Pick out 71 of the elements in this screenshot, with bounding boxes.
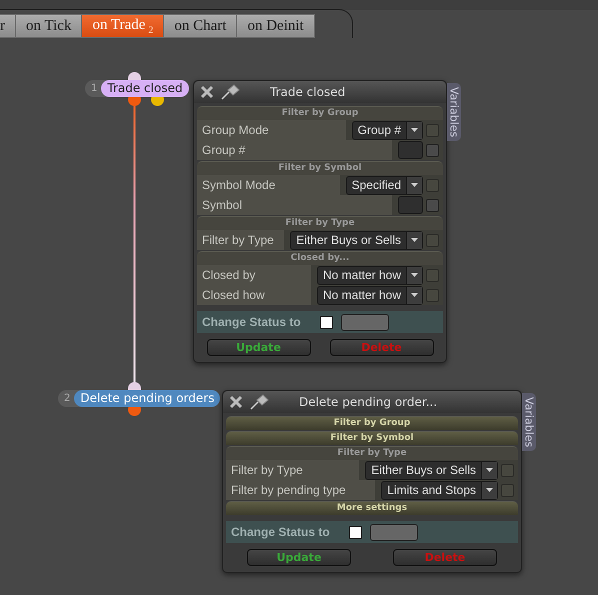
field-label: Symbol Mode [197,175,340,195]
caret-icon [411,273,418,277]
checkbox[interactable] [426,178,439,192]
section-header[interactable]: Filter by Type [226,446,518,460]
tab[interactable]: on Tick [16,14,82,38]
section-header[interactable]: Filter by Symbol [197,161,443,175]
checkbox[interactable] [426,198,439,212]
checkbox[interactable] [501,484,514,496]
dropdown[interactable]: No matter how [316,266,423,284]
input-port[interactable] [128,72,141,80]
node-number: 1 [90,83,98,94]
section-header[interactable]: Filter by Group [226,416,518,430]
caret-icon [486,468,493,472]
tab[interactable]: r [0,14,16,38]
section-header[interactable]: Filter by Type [197,216,443,230]
checkbox[interactable] [426,234,439,246]
panel-title: Delete pending order... [299,395,438,409]
checkbox[interactable] [501,464,514,476]
status-field[interactable] [370,524,418,540]
checkbox[interactable] [349,526,362,538]
field-label: Group Mode [197,120,346,140]
dropdown[interactable]: Either Buys or Sells [365,460,498,480]
action-node[interactable]: 1 Trade closed [85,80,189,97]
node-label[interactable]: Delete pending orders [74,390,220,407]
checkbox[interactable] [426,144,439,156]
caret-icon [411,293,418,297]
field-label: Closed by [197,265,311,285]
dropdown[interactable]: Group # [352,120,423,140]
field-label: Closed how [197,285,311,305]
dropdown[interactable]: Specified [346,176,423,194]
status-field[interactable] [341,314,389,330]
caret-icon [486,488,493,492]
status-label: Change Status to [231,525,331,539]
close-icon[interactable] [200,85,214,99]
checkbox[interactable] [426,124,439,136]
tab[interactable]: on Trade $_{2}$ [82,14,164,38]
pin-icon[interactable] [220,84,240,100]
node-label[interactable]: Trade closed [101,80,189,97]
section-header[interactable]: Filter by Group [197,106,443,120]
panel-title: Trade closed [270,85,346,99]
node-number: 2 [63,393,72,404]
tab[interactable]: on Deinit [237,14,315,38]
input-field[interactable] [398,196,423,214]
input-port[interactable] [128,382,141,390]
field-label: Filter by Type [197,230,284,250]
caret-icon [411,238,418,242]
dropdown[interactable]: Limits and Stops [381,480,498,500]
input-field[interactable] [398,141,423,159]
section-header[interactable]: Closed by... [197,251,443,265]
variables-tab[interactable]: Variables [522,393,536,452]
variables-tab[interactable]: Variables [447,83,461,142]
field-label: Group # [197,140,392,160]
caret-icon [411,183,418,187]
update-button[interactable]: Update [247,549,351,566]
field-label: Symbol [197,195,392,215]
tab[interactable]: on Chart [164,14,238,38]
update-button[interactable]: Update [206,339,310,356]
status-label: Change Status to [202,315,302,329]
dropdown[interactable]: No matter how [316,286,423,304]
caret-icon [411,128,418,132]
dropdown[interactable]: Either Buys or Sells [290,230,423,250]
checkbox[interactable] [426,288,439,302]
section-header[interactable]: More settings [226,501,518,515]
close-icon[interactable] [229,395,243,409]
section-header[interactable]: Filter by Symbol [226,431,518,445]
action-node[interactable]: 2 Delete pending orders [58,390,220,407]
checkbox[interactable] [426,268,439,282]
checkbox[interactable] [320,316,333,328]
pin-icon[interactable] [249,394,269,410]
field-label: Filter by pending type [226,480,376,500]
field-label: Filter by Type [226,460,360,480]
